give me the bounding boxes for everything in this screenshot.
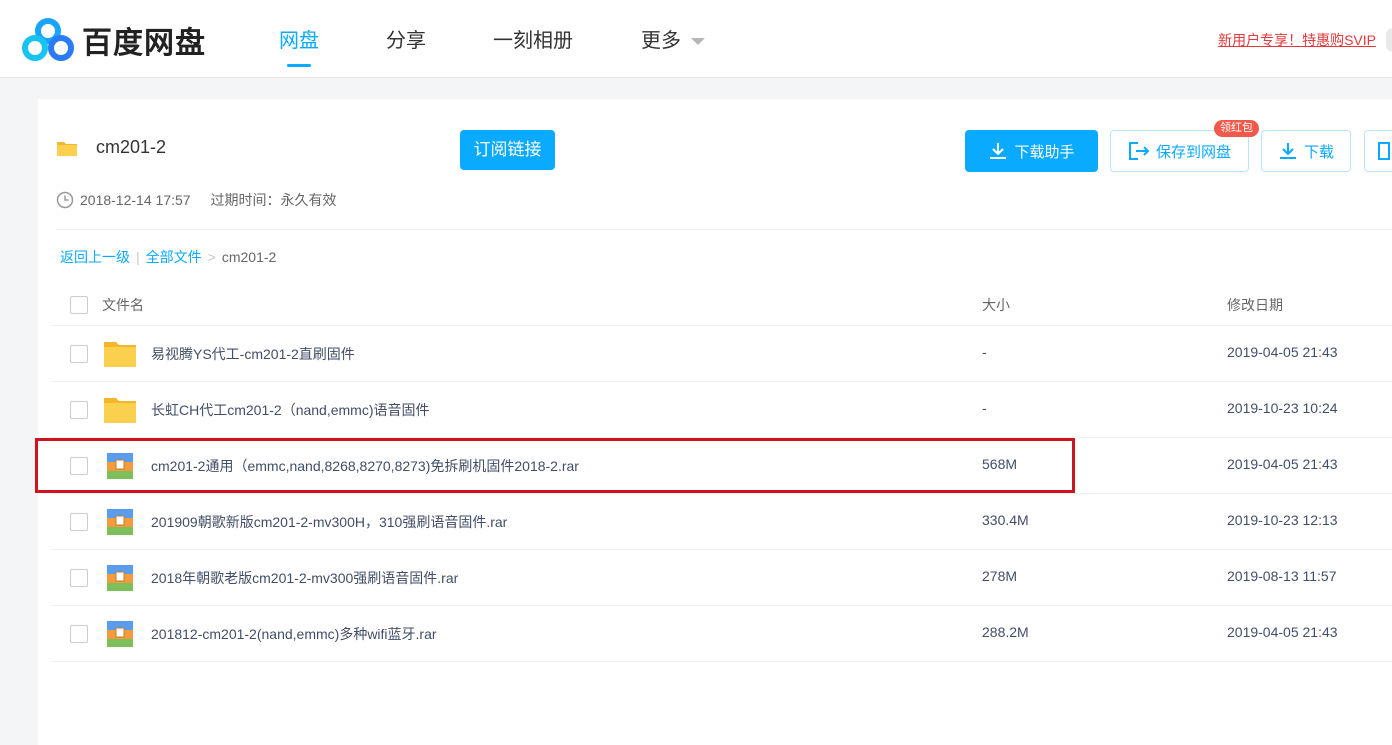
report-icon xyxy=(1378,142,1390,160)
file-size: 278M xyxy=(982,568,1018,584)
row-checkbox[interactable] xyxy=(70,513,88,531)
file-date: 2019-08-13 11:57 xyxy=(1227,568,1337,584)
nav-more-label: 更多 xyxy=(641,30,681,52)
folder-icon xyxy=(56,139,78,157)
clock-icon xyxy=(56,191,74,209)
section-divider xyxy=(56,229,1392,230)
breadcrumb-back-link[interactable]: 返回上一级 xyxy=(60,247,130,267)
folder-icon xyxy=(103,340,137,368)
file-size: - xyxy=(982,400,987,416)
share-title-row: cm201-2 xyxy=(56,137,166,158)
file-name-link[interactable]: 长虹CH代工cm201-2（nand,emmc)语音固件 xyxy=(151,400,430,420)
table-row[interactable]: 长虹CH代工cm201-2（nand,emmc)语音固件 - 2019-10-2… xyxy=(50,382,1392,438)
file-date: 2019-10-23 10:24 xyxy=(1227,400,1338,416)
table-row[interactable]: cm201-2通用（emmc,nand,8268,8270,8273)免拆刷机固… xyxy=(50,438,1392,494)
breadcrumb-all-files-link[interactable]: 全部文件 xyxy=(146,247,202,267)
table-row[interactable]: 2018年朝歌老版cm201-2-mv300强刷语音固件.rar 278M 20… xyxy=(50,550,1392,606)
share-meta: 2018-12-14 17:57 过期时间：永久有效 xyxy=(56,190,337,210)
nav-tab-album[interactable]: 一刻相册 xyxy=(493,24,573,53)
save-export-icon xyxy=(1128,142,1150,160)
chevron-down-icon xyxy=(691,38,705,46)
download-icon xyxy=(1279,143,1296,159)
cloud-logo-icon xyxy=(22,18,74,62)
row-checkbox[interactable] xyxy=(70,401,88,419)
share-title: cm201-2 xyxy=(96,137,167,157)
more-actions-button[interactable] xyxy=(1364,130,1392,172)
table-row[interactable]: 201909朝歌新版cm201-2-mv300H，310强刷语音固件.rar 3… xyxy=(50,494,1392,550)
row-checkbox[interactable] xyxy=(70,345,88,363)
file-size: - xyxy=(982,344,987,360)
baidu-netdisk-logo[interactable]: 百度网盘 xyxy=(22,18,206,62)
file-date: 2019-10-23 12:13 xyxy=(1227,512,1338,528)
download-helper-button[interactable]: 下载助手 xyxy=(965,130,1098,172)
row-checkbox[interactable] xyxy=(70,625,88,643)
file-table-header: 文件名 大小 修改日期 xyxy=(50,282,1392,326)
file-date: 2019-04-05 21:43 xyxy=(1227,624,1338,640)
svip-promo-link[interactable]: 新用户专享！特惠购SVIP xyxy=(1218,30,1376,50)
nav-tab-share[interactable]: 分享 xyxy=(386,24,426,53)
share-expire-time: 过期时间：永久有效 xyxy=(210,192,337,208)
column-header-date[interactable]: 修改日期 xyxy=(1227,295,1283,315)
red-packet-badge: 领红包 xyxy=(1214,120,1259,137)
rar-archive-icon xyxy=(107,509,133,535)
column-header-size[interactable]: 大小 xyxy=(982,295,1010,315)
file-name-link[interactable]: 2018年朝歌老版cm201-2-mv300强刷语音固件.rar xyxy=(151,568,458,588)
column-header-name[interactable]: 文件名 xyxy=(102,295,144,315)
folder-icon xyxy=(103,396,137,424)
breadcrumb-separator: | xyxy=(136,249,140,265)
nav-tab-more[interactable]: 更多 xyxy=(641,24,705,53)
download-icon xyxy=(990,143,1007,159)
subscribe-link-button[interactable]: 订阅链接 xyxy=(460,130,555,170)
save-to-disk-label: 保存到网盘 xyxy=(1155,143,1231,161)
table-row[interactable]: 易视腾YS代工-cm201-2直刷固件 - 2019-04-05 21:43 xyxy=(50,326,1392,382)
download-label: 下载 xyxy=(1303,143,1334,161)
file-name-link[interactable]: 201812-cm201-2(nand,emmc)多种wifi蓝牙.rar xyxy=(151,624,437,644)
file-name-link[interactable]: 201909朝歌新版cm201-2-mv300H，310强刷语音固件.rar xyxy=(151,512,507,532)
file-name-link[interactable]: cm201-2通用（emmc,nand,8268,8270,8273)免拆刷机固… xyxy=(151,456,579,476)
active-tab-indicator xyxy=(287,64,311,67)
file-size: 568M xyxy=(982,456,1018,472)
rar-archive-icon xyxy=(107,621,133,647)
file-date: 2019-04-05 21:43 xyxy=(1227,344,1338,360)
row-checkbox[interactable] xyxy=(70,569,88,587)
file-size: 288.2M xyxy=(982,624,1029,640)
breadcrumb-current: cm201-2 xyxy=(221,249,277,265)
top-navigation-bar: 百度网盘 网盘 分享 一刻相册 更多 新用户专享！特惠购SVIP xyxy=(0,0,1392,78)
breadcrumb: 返回上一级 | 全部文件 > cm201-2 xyxy=(60,247,276,267)
table-row[interactable]: 201812-cm201-2(nand,emmc)多种wifi蓝牙.rar 28… xyxy=(50,606,1392,662)
file-date: 2019-04-05 21:43 xyxy=(1227,456,1338,472)
select-all-checkbox[interactable] xyxy=(70,296,88,314)
download-helper-label: 下载助手 xyxy=(1014,143,1075,161)
row-checkbox[interactable] xyxy=(70,457,88,475)
nav-tab-netdisk[interactable]: 网盘 xyxy=(279,24,319,53)
logo-text: 百度网盘 xyxy=(82,26,206,61)
rar-archive-icon xyxy=(107,453,133,479)
file-size: 330.4M xyxy=(982,512,1029,528)
rar-archive-icon xyxy=(107,565,133,591)
breadcrumb-arrow: > xyxy=(207,249,216,265)
share-created-time: 2018-12-14 17:57 xyxy=(80,192,191,208)
file-name-link[interactable]: 易视腾YS代工-cm201-2直刷固件 xyxy=(151,344,355,364)
download-button[interactable]: 下载 xyxy=(1261,130,1351,172)
avatar[interactable] xyxy=(1386,28,1392,52)
